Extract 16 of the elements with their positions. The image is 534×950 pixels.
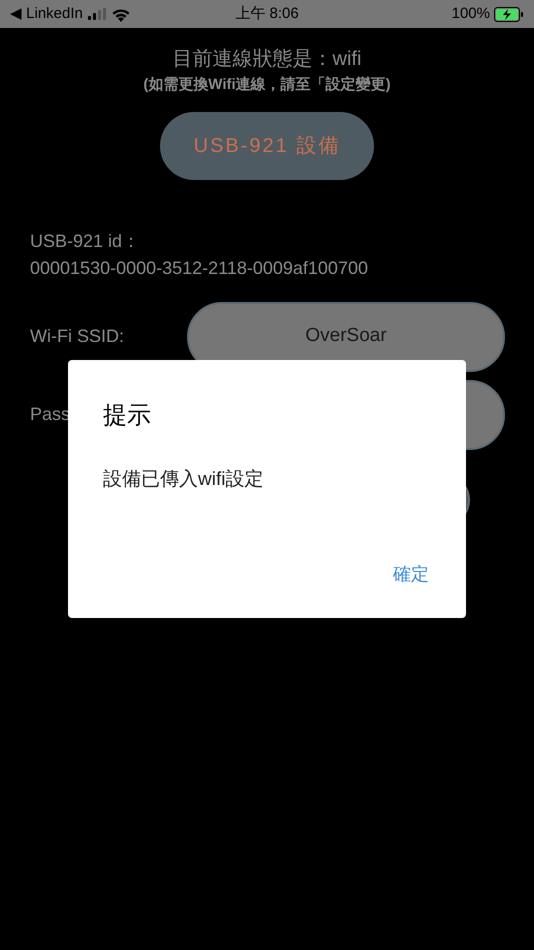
clock-text: 上午 8:06 — [235, 4, 299, 24]
device-button[interactable]: USB-921 設備 — [160, 112, 374, 180]
dialog-title: 提示 — [103, 401, 152, 431]
device-id-label: USB-921 id： — [30, 230, 142, 252]
wifi-icon — [110, 6, 131, 22]
ssid-label: Wi-Fi SSID: — [30, 325, 125, 348]
battery-icon — [494, 6, 524, 22]
connection-hint: (如需更換Wifi連線，請至「設定變更) — [142, 75, 392, 95]
connection-status: 目前連線狀態是：wifi — [172, 47, 362, 72]
battery-percent: 100% — [452, 4, 490, 24]
password-label: Pass — [30, 404, 70, 424]
back-link[interactable]: ◀ LinkedIn — [10, 2, 83, 26]
dialog-message: 設備已傳入wifi設定 — [103, 468, 264, 492]
signal-icon — [88, 8, 106, 20]
device-id-value: 00001530-0000-3512-2118-0009af100700 — [30, 256, 369, 280]
confirm-button[interactable]: 確定 — [391, 561, 431, 588]
